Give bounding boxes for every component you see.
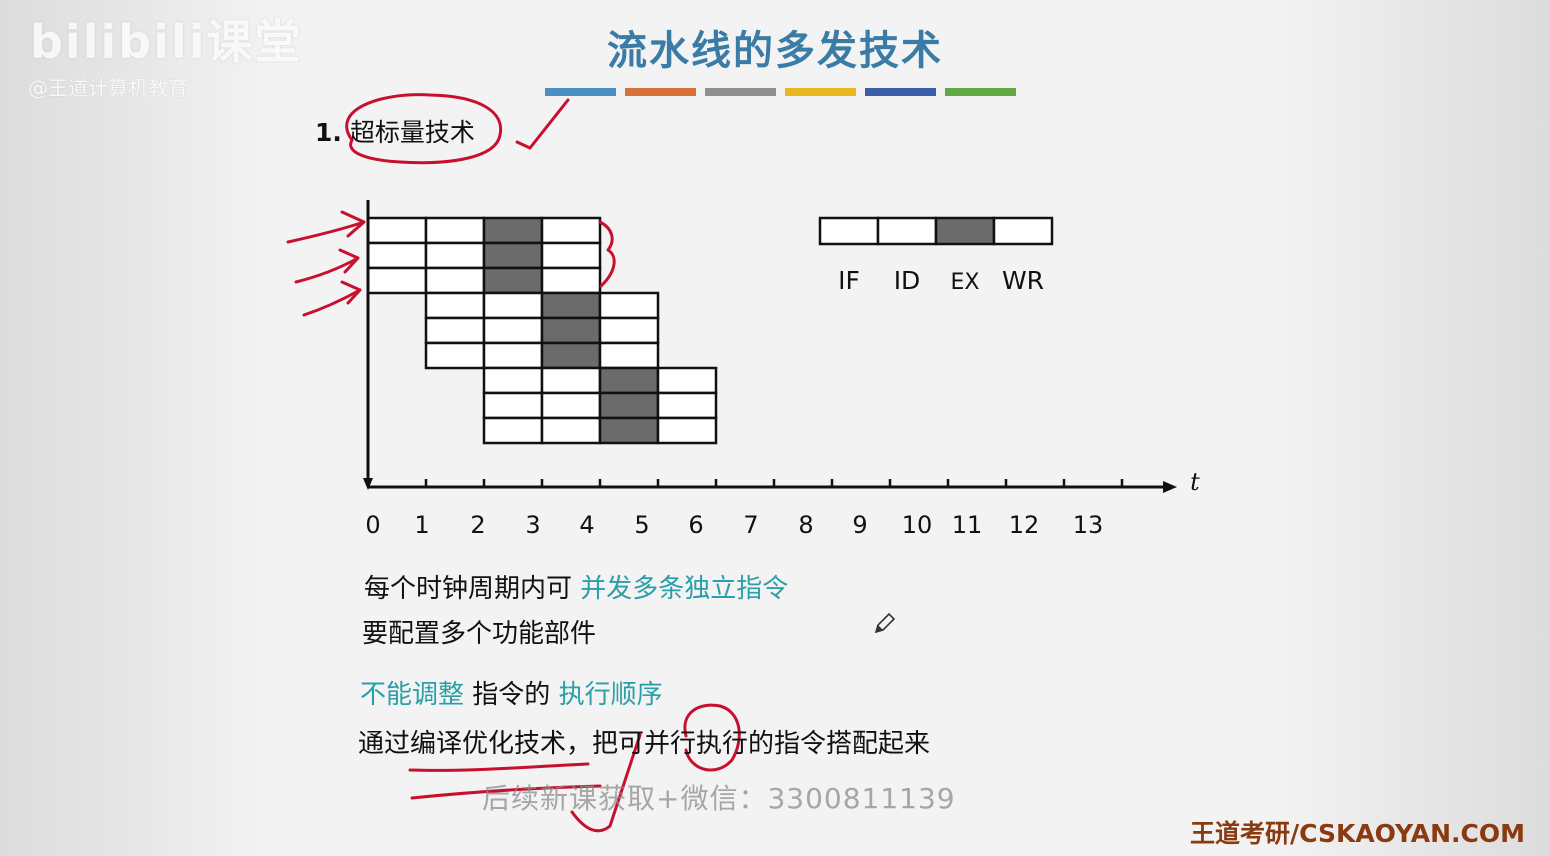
pipeline-cell <box>366 266 428 295</box>
pipeline-cell <box>482 341 544 370</box>
brand-footer: 王道考研/CSKAOYAN.COM <box>1190 819 1525 848</box>
slide: bilibili课堂 @王道计算机教育 流水线的多发技术 1. 超标量技术 IF I… <box>0 0 1550 856</box>
line1-plain: 每个时钟周期内可 <box>364 574 573 604</box>
legend-cell <box>876 216 938 246</box>
legend-cell <box>992 216 1054 246</box>
tick-label: 13 <box>1073 511 1104 539</box>
line3-highlight-a: 不能调整 <box>360 680 465 710</box>
pipeline-cell <box>540 291 602 320</box>
pipeline-cell <box>424 216 486 245</box>
pipeline-cell <box>656 366 718 395</box>
pipeline-cell <box>598 391 660 420</box>
pipeline-cell <box>540 266 602 295</box>
pipeline-cell <box>656 391 718 420</box>
pipeline-cell <box>598 366 660 395</box>
arrow-annotation <box>286 210 366 244</box>
pipeline-cell <box>482 366 544 395</box>
pipeline-cell <box>598 416 660 445</box>
pipeline-cell <box>366 241 428 270</box>
arrow-annotation <box>302 280 362 317</box>
pipeline-cell <box>540 216 602 245</box>
pipeline-cell <box>540 366 602 395</box>
pipeline-cell <box>540 241 602 270</box>
pencil-cursor-icon <box>874 612 896 634</box>
arrow-annotation <box>294 248 360 284</box>
pipeline-cell <box>482 416 544 445</box>
tick-label: 6 <box>688 511 703 539</box>
pipeline-cell <box>482 266 544 295</box>
tick-label: 3 <box>525 511 540 539</box>
legend-cell <box>934 216 996 246</box>
pipeline-cell <box>482 241 544 270</box>
pipeline-cell <box>598 316 660 345</box>
legend-cell <box>818 216 880 246</box>
axis-label-t: t <box>1190 468 1200 496</box>
x-axis-arrow <box>1163 481 1177 493</box>
tick-label: 8 <box>798 511 813 539</box>
tick-label: 2 <box>470 511 485 539</box>
tick-label: 9 <box>852 511 867 539</box>
legend-label: IF <box>838 266 860 295</box>
stage-legend: IF ID EX WR <box>818 216 1054 295</box>
pipeline-cell <box>598 341 660 370</box>
tick-label: 10 <box>902 511 933 539</box>
pipeline-cell <box>540 316 602 345</box>
pipeline-cell <box>424 266 486 295</box>
tick-label: 7 <box>743 511 758 539</box>
text-line-3: 不能调整 指令的 执行顺序 <box>360 674 663 711</box>
handwritten-annotations <box>286 93 741 833</box>
pipeline-cell <box>424 241 486 270</box>
legend-label: EX <box>951 270 980 295</box>
circle-annotation <box>345 93 503 165</box>
tick-label: 0 <box>365 511 380 539</box>
pipeline-cell <box>482 291 544 320</box>
line1-highlight: 并发多条独立指令 <box>580 574 789 604</box>
pipeline-cell <box>424 341 486 370</box>
pipeline-cell <box>366 216 428 245</box>
pipeline-cell <box>482 316 544 345</box>
text-line-4: 通过编译优化技术，把可并行执行的指令搭配起来 <box>358 729 931 759</box>
line3-plain: 指令的 <box>472 680 551 710</box>
underline-annotation <box>408 762 590 772</box>
pipeline-cell <box>656 416 718 445</box>
text-line-2: 要配置多个功能部件 <box>362 619 597 649</box>
pipeline-cell <box>540 416 602 445</box>
wechat-watermark: 后续新课获取+微信：3300811139 <box>482 782 956 815</box>
pipeline-cell <box>424 291 486 320</box>
checkmark-annotation <box>515 98 570 150</box>
pipeline-cell <box>482 216 544 245</box>
pipeline-cell <box>540 391 602 420</box>
text-line-1: 每个时钟周期内可 并发多条独立指令 <box>364 568 788 605</box>
line3-highlight-b: 执行顺序 <box>558 680 663 710</box>
tick-label: 5 <box>634 511 649 539</box>
brace-annotation <box>598 220 616 288</box>
pipeline-cell <box>598 291 660 320</box>
pipeline-cell <box>540 341 602 370</box>
pipeline-cell <box>482 391 544 420</box>
tick-label: 12 <box>1009 511 1040 539</box>
pipeline-cell <box>424 316 486 345</box>
legend-label: ID <box>894 266 921 295</box>
tick-label: 4 <box>579 511 594 539</box>
pipeline-grid <box>366 216 718 445</box>
legend-label: WR <box>1002 266 1044 295</box>
tick-label: 11 <box>952 511 983 539</box>
tick-label: 1 <box>414 511 429 539</box>
